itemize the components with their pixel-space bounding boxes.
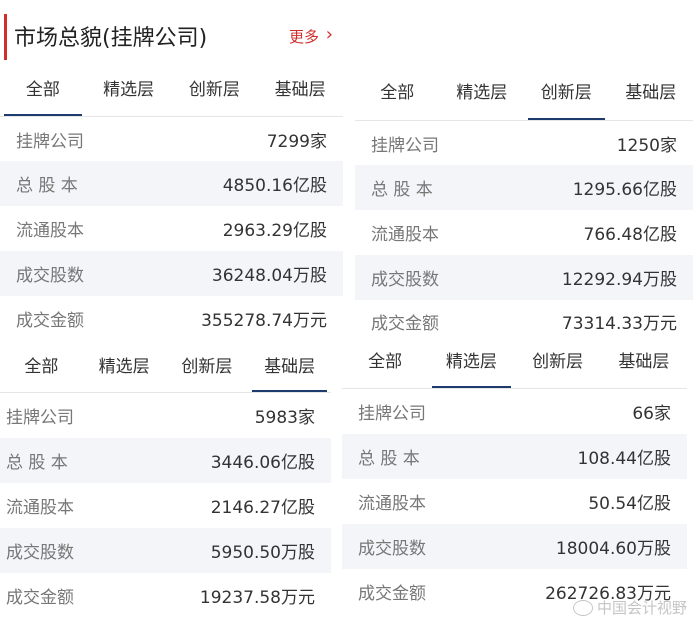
tab-select[interactable]: 精选层 — [440, 70, 525, 120]
watermark-text: 中国会计视野 — [596, 599, 687, 617]
tab-select[interactable]: 精选层 — [428, 340, 514, 388]
row-label: 成交金额 — [371, 313, 439, 334]
stats-table: 挂牌公司 5983家 总 股 本 3446.06亿股 流通股本 2146.27亿股 成… — [0, 393, 331, 618]
table-row: 成交股数 18004.60万股 — [342, 524, 687, 569]
market-overview-header: 市场总貌(挂牌公司) 更多 › — [0, 0, 343, 70]
tab-all[interactable]: 全部 — [355, 70, 440, 120]
tab-basic[interactable]: 基础层 — [601, 340, 687, 388]
row-value: 2146.27亿股 — [210, 498, 315, 518]
table-row: 总 股 本 4850.16亿股 — [0, 161, 343, 206]
table-row: 总 股 本 3446.06亿股 — [0, 438, 331, 483]
table-row: 挂牌公司 66家 — [342, 389, 687, 434]
tab-all[interactable]: 全部 — [0, 72, 86, 116]
row-label: 总 股 本 — [358, 449, 420, 469]
row-label: 成交金额 — [6, 588, 74, 608]
row-value: 50.54亿股 — [588, 494, 671, 514]
row-label: 成交金额 — [358, 584, 426, 604]
row-label: 成交股数 — [6, 543, 74, 563]
table-row: 流通股本 50.54亿股 — [342, 479, 687, 524]
row-label: 流通股本 — [16, 221, 84, 241]
table-row: 成交股数 5950.50万股 — [0, 528, 331, 573]
row-label: 挂牌公司 — [371, 135, 439, 156]
tab-all[interactable]: 全部 — [0, 346, 83, 392]
title-accent-bar — [4, 14, 7, 60]
table-row: 成交金额 19237.58万元 — [0, 573, 331, 618]
table-row: 成交金额 355278.74万元 — [0, 296, 343, 341]
row-value: 108.44亿股 — [577, 449, 671, 469]
table-row: 流通股本 766.48亿股 — [355, 210, 693, 255]
table-row: 成交金额 73314.33万元 — [355, 300, 693, 342]
row-label: 流通股本 — [358, 494, 426, 514]
row-label: 挂牌公司 — [6, 408, 74, 428]
tab-select[interactable]: 精选层 — [86, 72, 172, 116]
tab-bar: 全部 精选层 创新层 基础层 — [355, 70, 693, 120]
row-value: 36248.04万股 — [211, 266, 327, 286]
table-row: 挂牌公司 5983家 — [0, 393, 331, 438]
row-label: 挂牌公司 — [358, 404, 426, 424]
page-title: 市场总貌(挂牌公司) — [14, 26, 208, 51]
watermark: 中国会计视野 — [572, 597, 687, 618]
row-value: 5983家 — [254, 408, 315, 428]
table-row: 总 股 本 1295.66亿股 — [355, 165, 693, 210]
tab-basic[interactable]: 基础层 — [609, 70, 693, 120]
row-value: 12292.94万股 — [561, 270, 677, 290]
row-value: 4850.16亿股 — [222, 176, 327, 196]
panel-innovation: 全部 精选层 创新层 基础层 挂牌公司 1250家 总 股 本 1295.66亿股 … — [355, 0, 693, 342]
more-link[interactable]: 更多 — [289, 26, 319, 47]
row-value: 66家 — [632, 404, 671, 424]
table-row: 流通股本 2963.29亿股 — [0, 206, 343, 251]
tab-basic[interactable]: 基础层 — [248, 346, 331, 392]
tab-basic[interactable]: 基础层 — [257, 72, 343, 116]
row-value: 2963.29亿股 — [222, 221, 327, 241]
row-label: 总 股 本 — [371, 180, 433, 200]
stats-table: 挂牌公司 1250家 总 股 本 1295.66亿股 流通股本 766.48亿股 成交… — [355, 121, 693, 342]
row-value: 7299家 — [266, 131, 327, 152]
table-row: 挂牌公司 7299家 — [0, 117, 343, 161]
row-label: 流通股本 — [371, 225, 439, 245]
row-value: 1295.66亿股 — [572, 180, 677, 200]
row-value: 5950.50万股 — [210, 543, 315, 563]
table-row: 成交股数 36248.04万股 — [0, 251, 343, 296]
row-value: 73314.33万元 — [561, 313, 677, 334]
table-row: 流通股本 2146.27亿股 — [0, 483, 331, 528]
row-value: 355278.74万元 — [201, 311, 327, 331]
weibo-logo-icon — [572, 599, 593, 616]
tab-innovation[interactable]: 创新层 — [524, 70, 609, 120]
tab-bar: 全部 精选层 创新层 基础层 — [0, 72, 343, 116]
row-value: 3446.06亿股 — [210, 453, 315, 473]
panel-select: 全部 精选层 创新层 基础层 挂牌公司 66家 总 股 本 108.44亿股 流通股… — [342, 340, 687, 624]
panel-all: 市场总貌(挂牌公司) 更多 › 全部 精选层 创新层 基础层 挂牌公司 7299家… — [0, 0, 343, 345]
table-row: 总 股 本 108.44亿股 — [342, 434, 687, 479]
tab-all[interactable]: 全部 — [342, 340, 428, 388]
table-row: 成交股数 12292.94万股 — [355, 255, 693, 300]
tab-innovation[interactable]: 创新层 — [172, 72, 258, 116]
row-label: 成交股数 — [16, 266, 84, 286]
tab-innovation[interactable]: 创新层 — [515, 340, 601, 388]
tab-innovation[interactable]: 创新层 — [166, 346, 249, 392]
row-label: 成交金额 — [16, 311, 84, 331]
tab-bar: 全部 精选层 创新层 基础层 — [342, 340, 687, 388]
row-label: 总 股 本 — [16, 176, 78, 196]
row-label: 成交股数 — [358, 539, 426, 559]
tab-select[interactable]: 精选层 — [83, 346, 166, 392]
chevron-right-icon[interactable]: › — [326, 24, 333, 45]
stats-table: 挂牌公司 66家 总 股 本 108.44亿股 流通股本 50.54亿股 成交股数 18… — [342, 389, 687, 614]
row-label: 挂牌公司 — [16, 131, 84, 152]
row-label: 成交股数 — [371, 270, 439, 290]
stats-table: 挂牌公司 7299家 总 股 本 4850.16亿股 流通股本 2963.29亿股 成… — [0, 117, 343, 341]
row-value: 766.48亿股 — [583, 225, 677, 245]
row-label: 总 股 本 — [6, 453, 68, 473]
row-value: 1250家 — [616, 135, 677, 156]
panel-basic: 全部 精选层 创新层 基础层 挂牌公司 5983家 总 股 本 3446.06亿股 … — [0, 346, 331, 624]
tab-bar: 全部 精选层 创新层 基础层 — [0, 346, 331, 392]
row-value: 18004.60万股 — [555, 539, 671, 559]
row-label: 流通股本 — [6, 498, 74, 518]
row-value: 19237.58万元 — [199, 588, 315, 608]
table-row: 挂牌公司 1250家 — [355, 121, 693, 165]
